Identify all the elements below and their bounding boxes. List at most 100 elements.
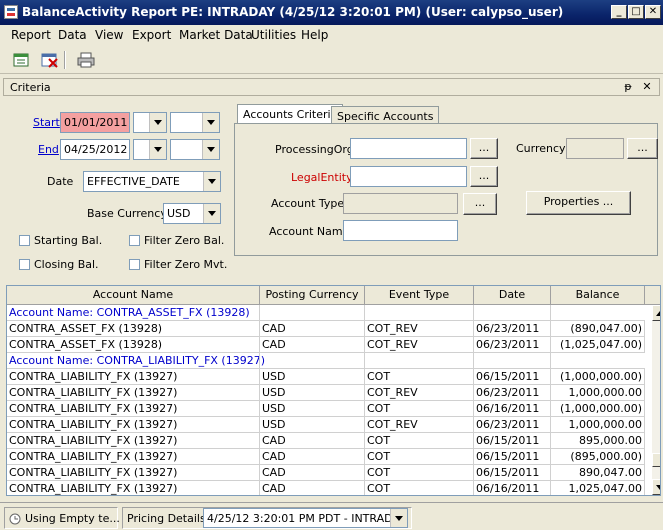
cell-event-type: COT_REV — [365, 417, 474, 433]
processing-org-chooser-button[interactable]: ... — [470, 138, 498, 159]
menu-help[interactable]: Help — [301, 28, 328, 42]
cell-balance: 890,047.00 — [551, 465, 645, 481]
pin-icon[interactable]: ᵽ — [621, 80, 635, 94]
starting-bal-checkbox[interactable] — [19, 235, 30, 246]
splitter-grip[interactable] — [323, 279, 343, 287]
cell-balance: 1,000,000.00 — [551, 385, 645, 401]
tab-accounts-criteria[interactable]: Accounts Criteria — [237, 104, 344, 125]
end-date-offset-select[interactable] — [133, 139, 167, 160]
start-date-link[interactable]: Start — [33, 116, 60, 129]
column-header-posting-currency[interactable]: Posting Currency — [260, 286, 365, 305]
table-row[interactable]: CONTRA_LIABILITY_FX (13927) CAD COT 06/15/2… — [7, 449, 645, 465]
group-row[interactable]: Account Name: CONTRA_LIABILITY_FX (13927… — [7, 353, 645, 369]
maximize-button[interactable]: □ — [628, 5, 644, 19]
group-row[interactable]: Account Name: CONTRA_ASSET_FX (13928) — [7, 305, 645, 321]
properties-button[interactable]: Properties ... — [526, 191, 631, 215]
date-type-value: EFFECTIVE_DATE — [87, 175, 180, 188]
cell-posting-currency: CAD — [260, 465, 365, 481]
column-header-account-name[interactable]: Account Name — [7, 286, 260, 305]
table-row[interactable]: CONTRA_LIABILITY_FX (13927) USD COT_REV 06/… — [7, 417, 645, 433]
minimize-button[interactable]: _ — [611, 5, 627, 19]
column-header-balance[interactable]: Balance — [551, 286, 645, 305]
filter-zero-bal-label: Filter Zero Bal. — [144, 234, 225, 247]
template-icon — [9, 513, 21, 525]
menu-export[interactable]: Export — [132, 28, 171, 42]
column-header-event-type[interactable]: Event Type — [365, 286, 474, 305]
chevron-down-icon — [202, 140, 219, 159]
legal-entity-label: LegalEntity — [291, 171, 353, 184]
account-type-chooser-button[interactable]: ... — [463, 193, 497, 215]
print-icon[interactable] — [76, 51, 98, 69]
chevron-down-icon — [203, 204, 220, 223]
legal-entity-chooser-button[interactable]: ... — [470, 166, 498, 187]
filter-zero-mvt-checkbox[interactable] — [129, 259, 140, 270]
chevron-down-icon — [203, 172, 220, 191]
processing-org-input[interactable] — [350, 138, 467, 159]
column-header-date[interactable]: Date — [474, 286, 551, 305]
date-type-select[interactable]: EFFECTIVE_DATE — [83, 171, 221, 192]
scroll-up-button[interactable] — [652, 305, 660, 321]
table-row[interactable]: CONTRA_LIABILITY_FX (13927) USD COT_REV 06/… — [7, 385, 645, 401]
account-type-input[interactable] — [343, 193, 458, 214]
column-divider — [259, 305, 260, 321]
scroll-thumb[interactable] — [652, 453, 660, 467]
template-status: Using Empty te... — [4, 507, 120, 529]
cell-posting-currency: USD — [260, 369, 365, 385]
pricing-details-select[interactable]: 4/25/12 3:20:01 PM PDT - INTRADAY — [203, 508, 408, 528]
vertical-scrollbar[interactable] — [652, 305, 660, 495]
table-row[interactable]: CONTRA_LIABILITY_FX (13927) USD COT 06/15/2… — [7, 369, 645, 385]
load-report-icon[interactable] — [12, 51, 34, 69]
cell-date: 06/23/2011 — [474, 321, 551, 337]
cell-account-name: CONTRA_LIABILITY_FX (13927) — [7, 385, 260, 401]
end-date-input[interactable]: 04/25/2012 — [60, 139, 130, 160]
cell-posting-currency: CAD — [260, 433, 365, 449]
legal-entity-input[interactable] — [350, 166, 467, 187]
cell-account-name: CONTRA_LIABILITY_FX (13927) — [7, 465, 260, 481]
cell-event-type: COT — [365, 401, 474, 417]
cell-date: 06/16/2011 — [474, 401, 551, 417]
table-row[interactable]: CONTRA_LIABILITY_FX (13927) CAD COT 06/15/2… — [7, 433, 645, 449]
processing-org-label: ProcessingOrg — [275, 143, 354, 156]
cell-account-name: CONTRA_LIABILITY_FX (13927) — [7, 417, 260, 433]
menu-view[interactable]: View — [95, 28, 123, 42]
table-row[interactable]: CONTRA_ASSET_FX (13928) CAD COT_REV 06/23/2… — [7, 321, 645, 337]
end-date-link[interactable]: End — [38, 143, 59, 156]
close-icon[interactable]: ✕ — [640, 80, 654, 94]
table-row[interactable]: CONTRA_LIABILITY_FX (13927) USD COT 06/16/2… — [7, 401, 645, 417]
start-date-input[interactable]: 01/01/2011 — [60, 112, 130, 133]
cell-balance: (1,000,000.00) — [551, 369, 645, 385]
scroll-down-button[interactable] — [652, 479, 660, 495]
column-divider — [364, 305, 365, 321]
column-divider — [550, 353, 551, 369]
menu-market-data[interactable]: Market Data — [179, 28, 253, 42]
currency-input[interactable] — [566, 138, 624, 159]
cell-posting-currency: USD — [260, 401, 365, 417]
cell-balance: (890,047.00) — [551, 321, 645, 337]
table-row[interactable]: CONTRA_ASSET_FX (13928) CAD COT_REV 06/23/2… — [7, 337, 645, 353]
account-name-label: Account Name — [269, 225, 350, 238]
pricing-details-value: 4/25/12 3:20:01 PM PDT - INTRADAY — [207, 512, 406, 525]
menu-report[interactable]: Report — [11, 28, 51, 42]
account-name-input[interactable] — [343, 220, 458, 241]
cell-account-name: CONTRA_LIABILITY_FX (13927) — [7, 401, 260, 417]
filter-zero-bal-checkbox[interactable] — [129, 235, 140, 246]
start-date-unit-select[interactable] — [170, 112, 220, 133]
cell-date: 06/23/2011 — [474, 337, 551, 353]
closing-bal-checkbox[interactable] — [19, 259, 30, 270]
column-divider — [473, 353, 474, 369]
menu-data[interactable]: Data — [58, 28, 87, 42]
title-bar: BalanceActivity Report PE: INTRADAY (4/2… — [0, 0, 663, 25]
chevron-down-icon — [149, 113, 166, 132]
cell-posting-currency: CAD — [260, 449, 365, 465]
end-date-unit-select[interactable] — [170, 139, 220, 160]
table-row[interactable]: CONTRA_LIABILITY_FX (13927) CAD COT 06/16/2… — [7, 481, 645, 495]
close-button[interactable]: ✕ — [645, 5, 661, 19]
start-date-offset-select[interactable] — [133, 112, 167, 133]
cell-event-type: COT_REV — [365, 337, 474, 353]
table-row[interactable]: CONTRA_LIABILITY_FX (13927) CAD COT 06/15/2… — [7, 465, 645, 481]
base-currency-select[interactable]: USD — [163, 203, 221, 224]
menu-bar: Report Data View Export Market Data Util… — [0, 25, 663, 45]
clear-report-icon[interactable] — [40, 51, 62, 69]
currency-chooser-button[interactable]: ... — [627, 138, 658, 159]
menu-utilities[interactable]: Utilities — [251, 28, 296, 42]
